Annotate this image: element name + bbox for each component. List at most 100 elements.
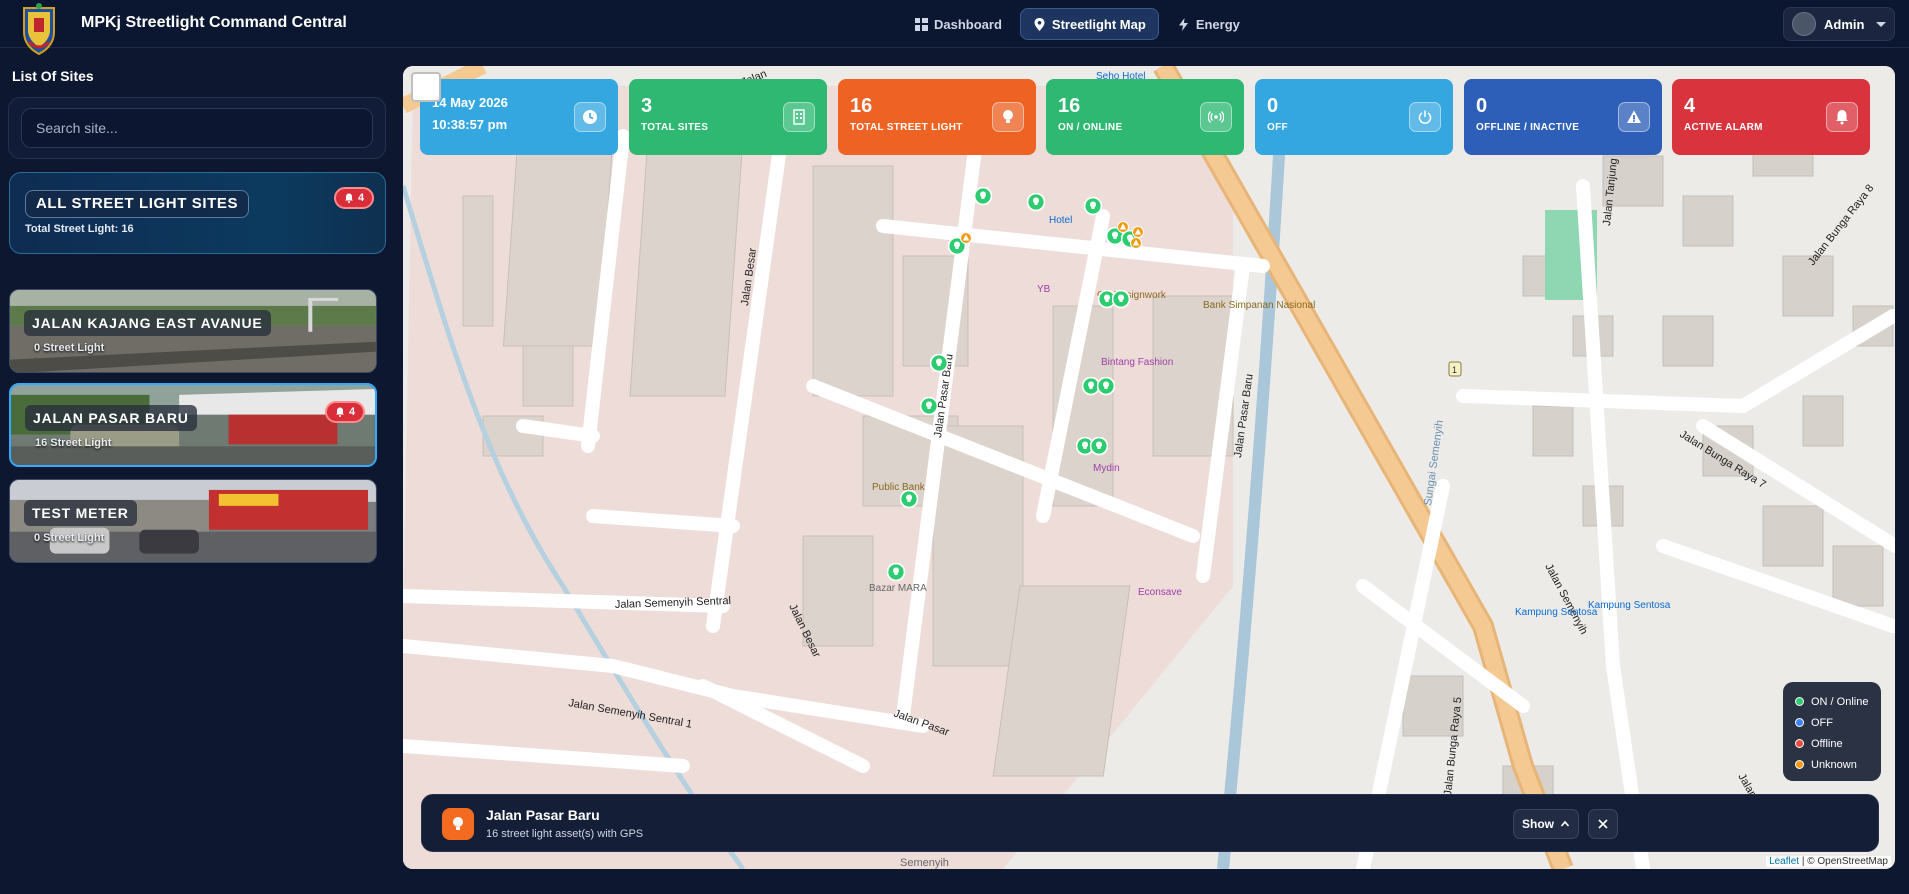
power-icon xyxy=(1409,102,1441,132)
alarm-badge: 4 xyxy=(325,401,366,423)
site-search-input[interactable] xyxy=(21,108,373,148)
close-icon xyxy=(1598,819,1608,829)
broadcast-icon xyxy=(1200,102,1232,132)
user-menu[interactable]: Admin xyxy=(1783,7,1895,41)
alarm-marker-icon[interactable] xyxy=(1130,236,1142,254)
streetlight-marker-icon[interactable] xyxy=(1083,196,1103,222)
legend-dot xyxy=(1795,718,1804,727)
all-sites-card[interactable]: ALL STREET LIGHT SITES Total Street Ligh… xyxy=(9,172,386,254)
zoom-control[interactable] xyxy=(411,72,441,102)
streetlight-marker-icon[interactable] xyxy=(1096,376,1116,402)
map-tiles: Jalan Besar Jalan Pasar Baru Jalan Semen… xyxy=(403,66,1895,869)
clock-icon xyxy=(574,102,606,132)
stat-datetime: 14 May 2026 10:38:57 pm xyxy=(420,79,618,155)
stat-total-street-light: 16 TOTAL STREET LIGHT xyxy=(838,79,1036,155)
map-attribution: Leaflet | © OpenStreetMap xyxy=(1766,856,1891,867)
nav-streetlight-map-label: Streetlight Map xyxy=(1051,16,1146,32)
all-sites-label: ALL STREET LIGHT SITES xyxy=(25,190,250,218)
streetlight-map[interactable]: Jalan Besar Jalan Pasar Baru Jalan Semen… xyxy=(403,66,1895,869)
nav-streetlight-map[interactable]: Streetlight Map xyxy=(1019,8,1159,40)
poi-label: Hotel xyxy=(1049,215,1072,226)
lightbulb-icon xyxy=(992,102,1024,132)
app-title: MPKj Streetlight Command Central xyxy=(81,14,347,31)
streetlight-marker-icon[interactable] xyxy=(1111,289,1131,315)
info-subtitle: 16 street light asset(s) with GPS xyxy=(486,828,644,840)
site-name: JALAN PASAR BARU xyxy=(25,405,197,431)
poi-label: YB xyxy=(1037,284,1051,295)
mpkj-logo xyxy=(23,3,55,56)
bell-icon xyxy=(345,193,353,203)
streetlight-marker-icon[interactable] xyxy=(929,353,949,379)
lightbulb-icon xyxy=(442,808,474,840)
poi-label: Kampung Sentosa xyxy=(1515,607,1598,618)
streetlight-marker-icon[interactable] xyxy=(1089,436,1109,462)
legend-dot xyxy=(1795,739,1804,748)
map-pin-icon xyxy=(1034,17,1045,31)
site-name: JALAN KAJANG EAST AVANUE xyxy=(24,310,271,336)
main-nav: Dashboard Streetlight Map Energy xyxy=(903,8,1252,40)
alarm-marker-icon[interactable] xyxy=(1117,220,1129,238)
alarm-marker-icon[interactable] xyxy=(960,231,972,249)
chevron-down-icon xyxy=(1876,21,1886,27)
alarm-badge: 4 xyxy=(334,187,375,209)
top-bar: MPKj Streetlight Command Central Dashboa… xyxy=(0,0,1909,56)
map-legend: ON / Online OFF Offline Unknown xyxy=(1783,682,1881,781)
legend-label: Offline xyxy=(1811,737,1843,750)
legend-label: ON / Online xyxy=(1811,695,1869,708)
svg-text:1: 1 xyxy=(1452,365,1457,375)
show-button-label: Show xyxy=(1522,817,1554,831)
poi-label: Mydin xyxy=(1093,463,1120,474)
site-card-jalan-pasar-baru[interactable]: JALAN PASAR BARU 16 Street Light 4 xyxy=(9,383,377,467)
show-button[interactable]: Show xyxy=(1513,809,1579,839)
avatar xyxy=(1792,12,1816,36)
search-container xyxy=(8,97,386,159)
poi-label: Bank Simpanan Nasional xyxy=(1203,300,1315,311)
legend-dot xyxy=(1795,697,1804,706)
streetlight-marker-icon[interactable] xyxy=(973,186,993,212)
site-light-count: 16 Street Light xyxy=(35,437,112,449)
streetlight-marker-icon[interactable] xyxy=(886,562,906,588)
poi-label: Kampung Sentosa xyxy=(1588,600,1671,611)
all-sites-total: Total Street Light: 16 xyxy=(25,223,134,235)
nav-dashboard[interactable]: Dashboard xyxy=(903,8,1014,40)
legend-item: ON / Online xyxy=(1795,691,1869,712)
legend-item: Unknown xyxy=(1795,754,1869,775)
leaflet-link[interactable]: Leaflet xyxy=(1769,856,1799,867)
streetlight-marker-icon[interactable] xyxy=(1026,192,1046,218)
stat-off: 0 OFF xyxy=(1255,79,1453,155)
nav-energy[interactable]: Energy xyxy=(1165,8,1252,40)
streetlight-marker-icon[interactable] xyxy=(919,396,939,422)
poi-label: Econsave xyxy=(1138,587,1182,598)
alarm-count: 4 xyxy=(349,406,356,418)
nav-dashboard-label: Dashboard xyxy=(934,16,1002,32)
street-label: Semenyih xyxy=(900,857,949,869)
sidebar-title: List Of Sites xyxy=(12,68,94,84)
legend-dot xyxy=(1795,760,1804,769)
user-name: Admin xyxy=(1824,16,1865,32)
stat-total-sites: 3 TOTAL SITES xyxy=(629,79,827,155)
site-card-test-meter[interactable]: TEST METER 0 Street Light xyxy=(9,479,377,563)
chevron-up-icon xyxy=(1560,820,1570,827)
streetlight-marker-icon[interactable] xyxy=(899,489,919,515)
site-light-count: 0 Street Light xyxy=(34,532,105,544)
bell-icon xyxy=(1826,102,1858,132)
bolt-icon xyxy=(1178,17,1188,31)
site-card-jalan-kajang-east-avanue[interactable]: JALAN KAJANG EAST AVANUE 0 Street Light xyxy=(9,289,377,373)
grid-icon xyxy=(915,17,928,31)
legend-label: OFF xyxy=(1811,716,1833,729)
alarm-count: 4 xyxy=(358,192,365,204)
warning-icon xyxy=(1618,102,1650,132)
stat-online: 16 ON / ONLINE xyxy=(1046,79,1244,155)
osm-attribution: | © OpenStreetMap xyxy=(1801,856,1888,867)
legend-label: Unknown xyxy=(1811,758,1857,771)
site-info-panel: Jalan Pasar Baru 16 street light asset(s… xyxy=(421,794,1879,852)
close-button[interactable] xyxy=(1588,809,1618,839)
legend-item: Offline xyxy=(1795,733,1869,754)
stat-offline: 0 OFFLINE / INACTIVE xyxy=(1464,79,1662,155)
building-icon xyxy=(783,102,815,132)
info-title: Jalan Pasar Baru xyxy=(486,807,600,823)
nav-energy-label: Energy xyxy=(1195,16,1240,32)
bell-icon xyxy=(336,407,344,417)
stat-active-alarm: 4 ACTIVE ALARM xyxy=(1672,79,1870,155)
site-name: TEST METER xyxy=(24,500,137,526)
